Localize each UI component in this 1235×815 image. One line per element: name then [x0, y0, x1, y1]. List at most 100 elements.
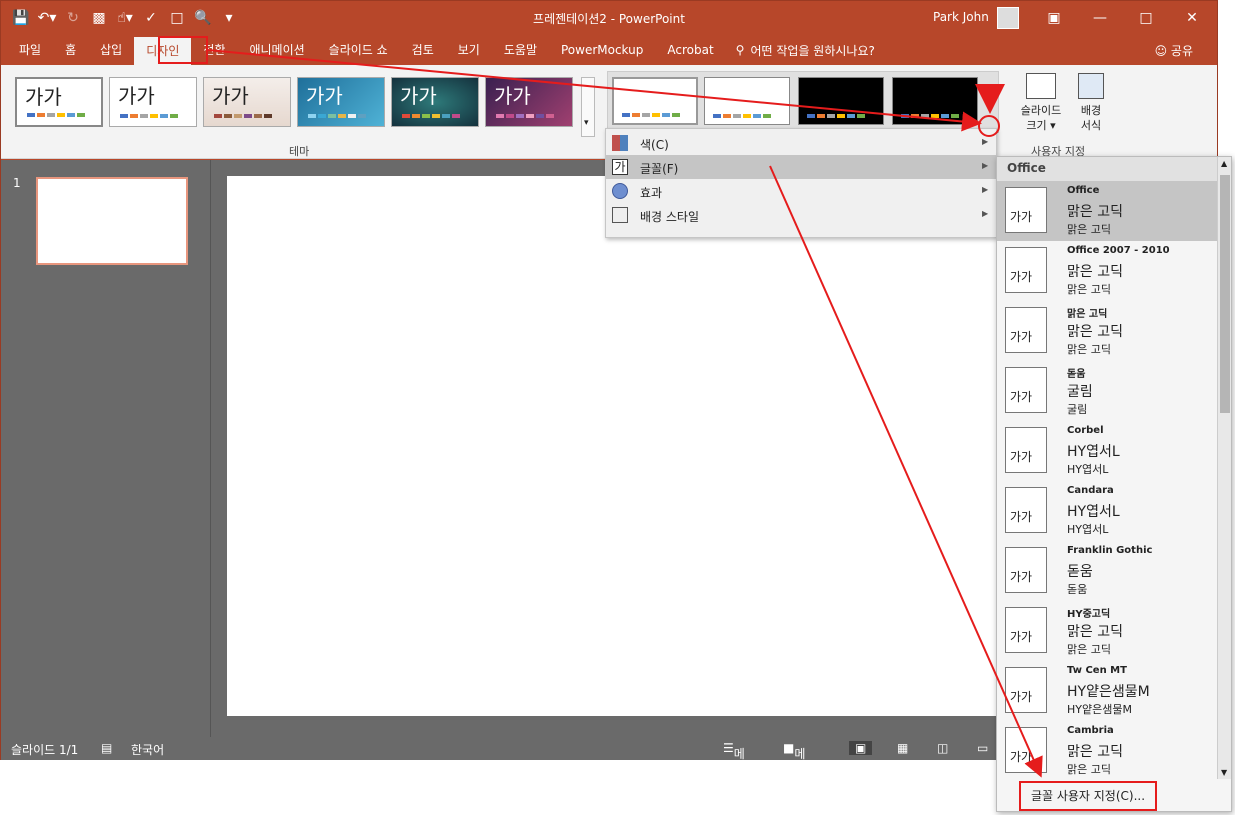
- customize-group: 슬라이드 크기 ▾ 배경 서식 사용자 지정: [1009, 71, 1119, 158]
- tab-powermockup[interactable]: PowerMockup: [549, 35, 655, 65]
- submenu-arrow-icon: ▶: [982, 185, 989, 194]
- font-theme-item[interactable]: 가가 Office 맑은 고딕 맑은 고딕: [997, 181, 1217, 241]
- save-icon[interactable]: 💾: [9, 4, 33, 32]
- accessibility-icon[interactable]: ▤: [101, 741, 112, 755]
- notes-button[interactable]: ☰ 메모: [723, 741, 745, 778]
- tab-insert[interactable]: 삽입: [88, 35, 134, 65]
- tab-review[interactable]: 검토: [400, 35, 446, 65]
- theme-2[interactable]: 가가: [109, 77, 197, 127]
- effects-icon: [612, 183, 628, 199]
- font-theme-item[interactable]: 가가 Cambria 맑은 고딕 맑은 고딕: [997, 721, 1217, 781]
- theme-office[interactable]: 가가: [15, 77, 103, 127]
- touch-mode-icon[interactable]: ☝▾: [113, 4, 137, 32]
- maximize-icon[interactable]: □: [1123, 1, 1169, 35]
- theme-sample-text: 가가: [118, 84, 155, 108]
- scroll-thumb[interactable]: [1220, 175, 1230, 413]
- font-theme-item[interactable]: 가가 Corbel HY엽서L HY엽서L: [997, 421, 1217, 481]
- font-heading: 맑은 고딕: [1067, 204, 1123, 220]
- tab-file[interactable]: 파일: [1, 35, 53, 65]
- reading-view-icon[interactable]: ◫: [937, 741, 948, 755]
- slide-size-label: 슬라이드 크기 ▾: [1020, 104, 1062, 132]
- font-theme-name: Tw Cen MT: [1067, 665, 1127, 676]
- font-theme-item[interactable]: 가가 Tw Cen MT HY얕은샘물M HY얕은샘물M: [997, 661, 1217, 721]
- slideshow-view-icon[interactable]: ▭: [977, 741, 988, 755]
- tab-view[interactable]: 보기: [446, 35, 492, 65]
- variant-4[interactable]: [892, 77, 978, 125]
- spelling-icon[interactable]: ✓: [139, 4, 163, 32]
- font-preview-sample: 가가: [1010, 210, 1033, 224]
- print-preview-icon[interactable]: 🔍: [191, 4, 215, 32]
- theme-5[interactable]: 가가: [391, 77, 479, 127]
- font-body: 맑은 고딕: [1067, 283, 1111, 296]
- slide-size-icon: [1026, 73, 1056, 99]
- quick-access-toolbar: 💾 ↶▾ ↻ ▩ ☝▾ ✓ □ 🔍 ▾: [9, 1, 241, 35]
- normal-view-icon[interactable]: ▣: [849, 741, 873, 755]
- variants-gallery: [607, 71, 999, 133]
- font-theme-item[interactable]: 가가 HY중고딕 맑은 고딕 맑은 고딕: [997, 601, 1217, 661]
- font-theme-item[interactable]: 가가 Candara HY엽서L HY엽서L: [997, 481, 1217, 541]
- slideshow-icon[interactable]: ▩: [87, 4, 111, 32]
- menu-item-fonts[interactable]: 가 글꼴(F) ▶: [606, 155, 996, 179]
- redo-icon[interactable]: ↻: [61, 4, 85, 32]
- close-icon[interactable]: ✕: [1169, 1, 1215, 35]
- menu-label: 배경 스타일: [640, 210, 700, 224]
- avatar[interactable]: [997, 7, 1019, 29]
- undo-icon[interactable]: ↶▾: [35, 4, 59, 32]
- new-file-icon[interactable]: □: [165, 4, 189, 32]
- theme-4[interactable]: 가가: [297, 77, 385, 127]
- user-name[interactable]: Park John: [933, 10, 989, 24]
- slide-size-button[interactable]: 슬라이드 크기 ▾: [1013, 73, 1069, 133]
- ribbon-display-icon[interactable]: ▣: [1031, 1, 1077, 35]
- customize-qat-icon[interactable]: ▾: [217, 4, 241, 32]
- scroll-down-icon[interactable]: ▼: [1221, 768, 1227, 777]
- variant-3[interactable]: [798, 77, 884, 125]
- palette-icon: [612, 135, 628, 151]
- slide-thumbnail[interactable]: [36, 177, 188, 265]
- menu-item-effects[interactable]: 효과 ▶: [606, 179, 996, 203]
- font-preview-sample: 가가: [1010, 510, 1033, 524]
- font-body: 맑은 고딕: [1067, 643, 1111, 656]
- theme-3[interactable]: 가가: [203, 77, 291, 127]
- slide-canvas[interactable]: [227, 176, 1007, 716]
- theme-sample-text: 가가: [494, 84, 531, 108]
- tell-me-box[interactable]: ⚲ 어떤 작업을 원하시나요?: [736, 42, 875, 59]
- slide-sorter-icon[interactable]: ▦: [897, 741, 908, 755]
- minimize-icon[interactable]: —: [1077, 1, 1123, 35]
- font-theme-name: Corbel: [1067, 425, 1104, 436]
- tab-home[interactable]: 홈: [53, 35, 88, 65]
- font-heading: 맑은 고딕: [1067, 264, 1123, 280]
- more-icon[interactable]: ▾: [584, 118, 589, 128]
- font-heading: 맑은 고딕: [1067, 624, 1123, 640]
- menu-item-background-styles[interactable]: 배경 스타일 ▶: [606, 203, 996, 227]
- variant-2[interactable]: [704, 77, 790, 125]
- tab-slideshow[interactable]: 슬라이드 쇼: [317, 35, 400, 65]
- themes-group-label: 테마: [289, 145, 310, 158]
- share-button[interactable]: ☺ 공유: [1155, 42, 1193, 59]
- font-theme-item[interactable]: 가가 돋움 굴림 굴림: [997, 361, 1217, 421]
- font-theme-name: 돋움: [1067, 369, 1086, 380]
- format-background-button[interactable]: 배경 서식: [1071, 73, 1111, 133]
- tab-acrobat[interactable]: Acrobat: [655, 35, 725, 65]
- menu-label: 효과: [640, 186, 663, 200]
- font-theme-item[interactable]: 가가 맑은 고딕 맑은 고딕 맑은 고딕: [997, 301, 1217, 361]
- tab-help[interactable]: 도움말: [492, 35, 549, 65]
- comments-button[interactable]: ■ 메모: [783, 741, 805, 778]
- fonts-scrollbar[interactable]: ▲ ▼: [1217, 157, 1231, 779]
- scroll-up-icon[interactable]: ▲: [1221, 159, 1227, 168]
- variant-1[interactable]: [612, 77, 698, 125]
- lightbulb-icon: ⚲: [735, 43, 745, 57]
- submenu-arrow-icon: ▶: [982, 161, 989, 170]
- slide-counter: 슬라이드 1/1: [11, 743, 79, 757]
- menu-item-colors[interactable]: 색(C) ▶: [606, 131, 996, 155]
- font-theme-item[interactable]: 가가 Franklin Gothic 돋움 돋움: [997, 541, 1217, 601]
- language-indicator[interactable]: 한국어: [131, 741, 164, 758]
- tab-animations[interactable]: 애니메이션: [237, 35, 316, 65]
- themes-scroll[interactable]: ▾: [581, 77, 595, 137]
- customize-fonts-button[interactable]: 글꼴 사용자 지정(C)...: [1019, 781, 1157, 811]
- font-preview-sample: 가가: [1010, 270, 1033, 284]
- title-bar: 💾 ↶▾ ↻ ▩ ☝▾ ✓ □ 🔍 ▾ 프레젠테이션2 - PowerPoint…: [1, 1, 1217, 35]
- font-theme-item[interactable]: 가가 Office 2007 - 2010 맑은 고딕 맑은 고딕: [997, 241, 1217, 301]
- theme-6[interactable]: 가가: [485, 77, 573, 127]
- font-body: 돋움: [1067, 583, 1088, 596]
- font-theme-name: Office: [1067, 185, 1100, 196]
